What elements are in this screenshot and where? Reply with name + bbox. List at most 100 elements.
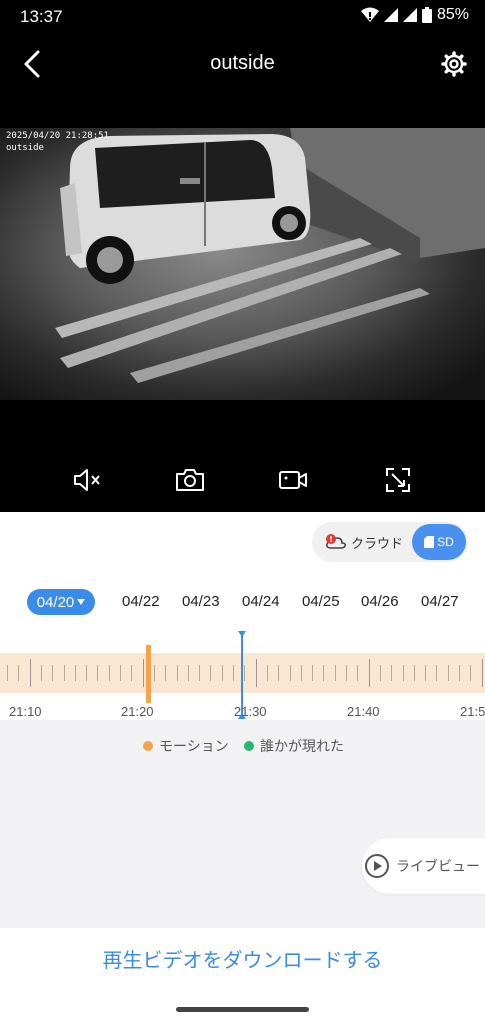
- timeline-tick: [482, 659, 483, 687]
- status-icons: 85%: [360, 6, 469, 24]
- camera-icon: [176, 469, 204, 491]
- record-button[interactable]: [273, 460, 313, 500]
- timeline-tick: [131, 665, 132, 681]
- mute-icon: [74, 469, 100, 491]
- timeline-tick: [346, 665, 347, 681]
- status-bar: 13:37 85%: [0, 0, 485, 34]
- event-list-area: [0, 720, 485, 928]
- timeline-tick: [369, 659, 370, 687]
- live-view-button[interactable]: ライブビュー: [362, 838, 485, 894]
- signal-icon: [383, 8, 398, 22]
- live-view-label: ライブビュー: [396, 858, 480, 874]
- person-dot: [244, 741, 254, 751]
- legend-motion-label: モーション: [159, 738, 229, 754]
- gear-icon: [441, 51, 467, 77]
- timeline-tick: [357, 665, 358, 681]
- sd-storage-label: SD: [437, 535, 454, 549]
- timeline-tick: [256, 659, 257, 687]
- date-item[interactable]: 04/23: [182, 593, 220, 610]
- cloud-storage-tab[interactable]: クラウド: [318, 526, 410, 558]
- timeline-tick: [470, 665, 471, 681]
- timeline-tick: [436, 665, 437, 681]
- mute-button[interactable]: [67, 460, 107, 500]
- legend-person-label: 誰かが現れた: [260, 738, 344, 754]
- timeline-tick: [414, 665, 415, 681]
- timeline-tick: [335, 665, 336, 681]
- timeline-tick: [448, 665, 449, 681]
- timeline-tick: [244, 665, 245, 681]
- timeline-label: 21:5: [460, 704, 485, 719]
- home-indicator[interactable]: [176, 1007, 309, 1012]
- cloud-storage-label: クラウド: [350, 535, 403, 551]
- timeline-tick: [459, 665, 460, 681]
- timeline-tick: [109, 665, 110, 681]
- battery-level: 85%: [436, 6, 469, 23]
- sd-card-icon: [424, 536, 435, 548]
- selected-date: 04/20: [36, 593, 75, 611]
- sd-storage-tab[interactable]: SD: [412, 524, 466, 560]
- play-circle-icon: [365, 854, 389, 878]
- timeline-tick: [177, 665, 178, 681]
- timeline-tick: [403, 665, 404, 681]
- date-item[interactable]: 04/27: [421, 593, 459, 610]
- timeline-tick: [222, 665, 223, 681]
- snapshot-button[interactable]: [170, 460, 210, 500]
- legend-person: 誰かが現れた: [244, 736, 344, 756]
- cloud-alert-icon: [325, 534, 346, 549]
- legend-motion: モーション: [143, 736, 229, 756]
- timeline-tick: [188, 665, 189, 681]
- motion-event-marker[interactable]: [146, 645, 151, 703]
- timeline-label: 21:20: [121, 704, 154, 719]
- timeline-tick: [97, 665, 98, 681]
- timeline-tick: [391, 665, 392, 681]
- wifi-icon: [360, 7, 379, 22]
- timeline-tick: [165, 665, 166, 681]
- cursor-top-caret: [238, 631, 246, 637]
- date-item[interactable]: 04/24: [242, 593, 280, 610]
- date-item[interactable]: 04/26: [361, 593, 399, 610]
- timeline-label: 21:30: [234, 704, 267, 719]
- download-video-link[interactable]: 再生ビデオをダウンロードする: [0, 944, 485, 973]
- timeline-tick: [290, 665, 291, 681]
- signal-icon: [402, 8, 417, 22]
- timeline-tick: [41, 665, 42, 681]
- timeline-tick: [86, 665, 87, 681]
- timeline-tick: [301, 665, 302, 681]
- date-item[interactable]: 04/22: [122, 593, 160, 610]
- caret-down-icon: [77, 599, 86, 605]
- timeline-tick: [120, 665, 121, 681]
- timeline-tick: [233, 665, 234, 681]
- page-title: outside: [210, 52, 275, 74]
- video-camera-label: outside: [6, 143, 44, 153]
- date-selector[interactable]: 04/20: [27, 589, 95, 615]
- timeline-label: 21:40: [347, 704, 380, 719]
- battery-icon: [421, 7, 432, 23]
- timeline-tick: [18, 665, 19, 681]
- app-header: outside: [0, 34, 485, 96]
- fullscreen-icon: [386, 468, 410, 492]
- timeline-tick: [75, 665, 76, 681]
- motion-dot: [143, 741, 153, 751]
- timeline-tick: [267, 665, 268, 681]
- timeline-tick: [278, 665, 279, 681]
- video-frame: [0, 128, 485, 400]
- timeline-tick: [425, 665, 426, 681]
- camera-video-feed[interactable]: 2025/04/20 21:28:51 outside: [0, 128, 485, 400]
- timeline-tick: [199, 665, 200, 681]
- fullscreen-button[interactable]: [378, 460, 418, 500]
- timeline-tick: [7, 665, 8, 681]
- status-time: 13:37: [20, 7, 63, 26]
- video-record-icon: [279, 471, 307, 489]
- timeline-label: 21:10: [9, 704, 42, 719]
- timeline-tick: [312, 665, 313, 681]
- timeline-tick: [210, 665, 211, 681]
- timeline-tick: [52, 665, 53, 681]
- date-item[interactable]: 04/25: [302, 593, 340, 610]
- timeline-tick: [64, 665, 65, 681]
- timeline-tick: [30, 659, 31, 687]
- timeline-tick: [143, 659, 144, 687]
- settings-button[interactable]: [440, 50, 468, 78]
- video-timestamp: 2025/04/20 21:28:51: [6, 131, 109, 141]
- timeline-tick: [323, 665, 324, 681]
- timeline-tick: [380, 665, 381, 681]
